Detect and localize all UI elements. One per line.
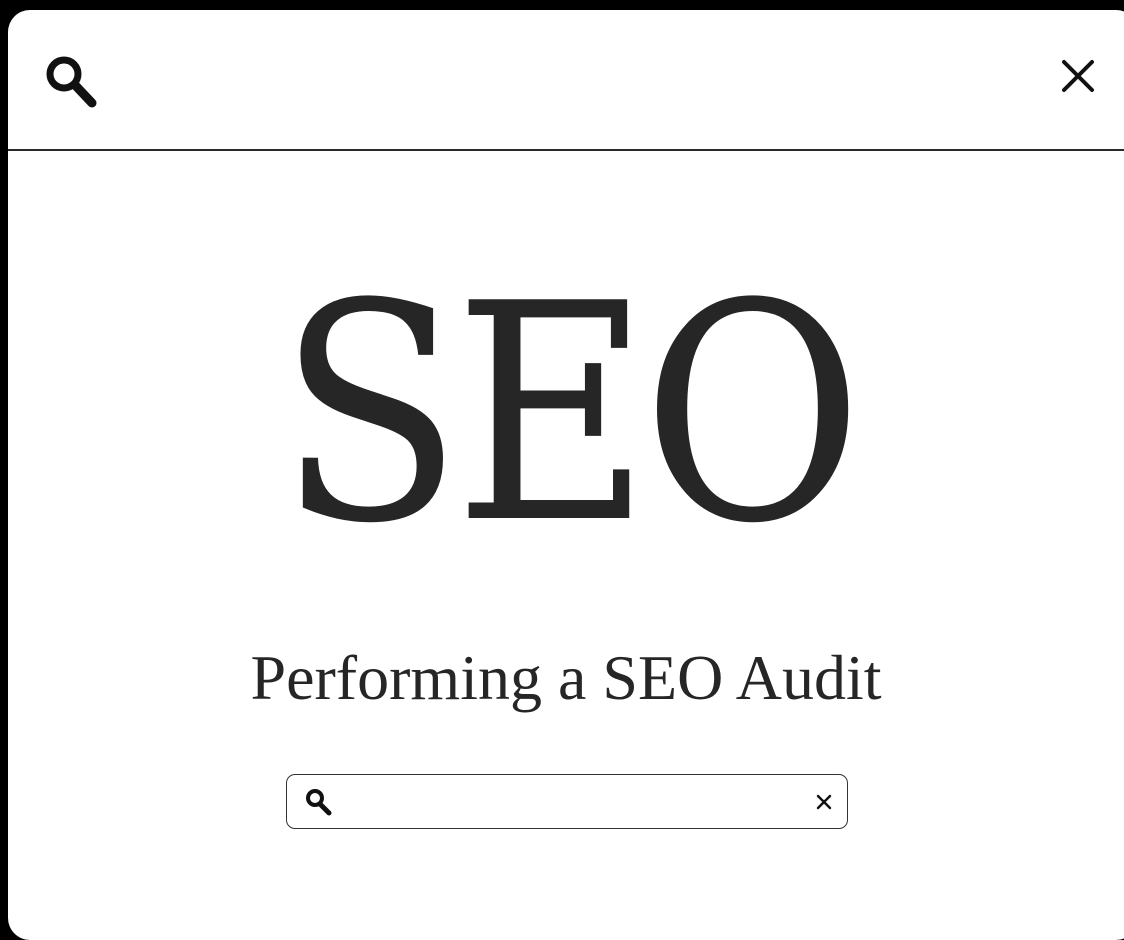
- search-icon: [46, 56, 97, 108]
- close-icon: [1062, 60, 1094, 92]
- top-bar: [8, 10, 1124, 151]
- close-icon: [816, 794, 832, 810]
- top-search-button[interactable]: [38, 50, 104, 116]
- search-window: SEO Performing a SEO Audit: [8, 10, 1124, 940]
- top-close-button[interactable]: [1056, 54, 1100, 98]
- hero-title: SEO: [277, 240, 863, 589]
- hero-subtitle: Performing a SEO Audit: [250, 642, 882, 713]
- search-input[interactable]: [345, 783, 789, 821]
- search-icon: [306, 789, 332, 816]
- search-field-icon: [303, 787, 335, 819]
- search-field[interactable]: [286, 774, 848, 829]
- clear-search-button[interactable]: [813, 791, 835, 813]
